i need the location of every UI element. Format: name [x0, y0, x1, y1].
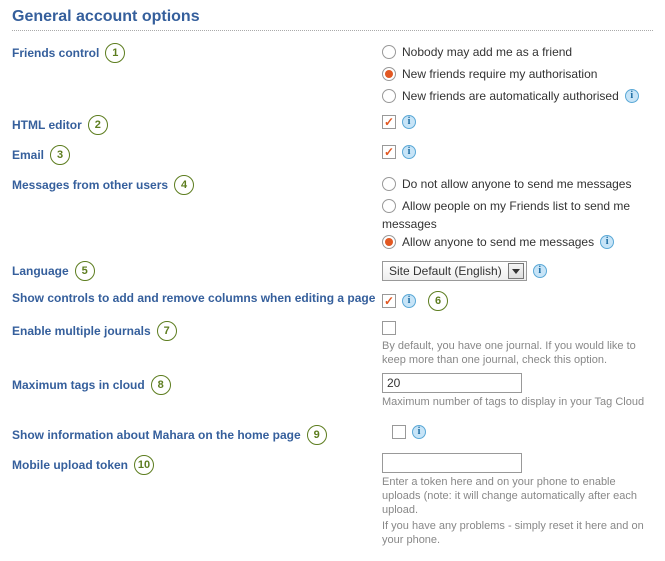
info-icon[interactable]: [402, 294, 416, 308]
chevron-down-icon: [508, 263, 524, 279]
friends-opt3-radio[interactable]: [382, 89, 396, 103]
html-editor-checkbox[interactable]: [382, 115, 396, 129]
max-tags-input[interactable]: [382, 373, 522, 393]
friends-opt1-radio[interactable]: [382, 45, 396, 59]
annotation-badge-10: 10: [134, 455, 154, 475]
annotation-badge-5: 5: [75, 261, 95, 281]
multi-journals-label: Enable multiple journals: [12, 324, 151, 338]
mobile-token-input[interactable]: [382, 453, 522, 473]
annotation-badge-9: 9: [307, 425, 327, 445]
email-label: Email: [12, 148, 44, 162]
friends-opt1-text: Nobody may add me as a friend: [402, 43, 572, 61]
messages-opt3-text: Allow anyone to send me messages: [402, 233, 594, 251]
friends-control-label: Friends control: [12, 46, 99, 60]
info-icon[interactable]: [402, 145, 416, 159]
info-icon[interactable]: [600, 235, 614, 249]
language-select-value: Site Default (English): [389, 262, 502, 280]
messages-opt1-radio[interactable]: [382, 177, 396, 191]
max-tags-label: Maximum tags in cloud: [12, 378, 145, 392]
info-icon[interactable]: [412, 425, 426, 439]
annotation-badge-1: 1: [105, 43, 125, 63]
language-label: Language: [12, 264, 69, 278]
info-icon[interactable]: [533, 264, 547, 278]
multi-journals-checkbox[interactable]: [382, 321, 396, 335]
annotation-badge-3: 3: [50, 145, 70, 165]
max-tags-help: Maximum number of tags to display in you…: [382, 395, 653, 409]
messages-opt2-radio[interactable]: [382, 199, 396, 213]
info-icon[interactable]: [402, 115, 416, 129]
language-select[interactable]: Site Default (English): [382, 261, 527, 281]
friends-opt2-text: New friends require my authorisation: [402, 65, 597, 83]
show-info-checkbox[interactable]: [392, 425, 406, 439]
mobile-token-help2: If you have any problems - simply reset …: [382, 519, 653, 547]
messages-opt3-radio[interactable]: [382, 235, 396, 249]
html-editor-label: HTML editor: [12, 118, 82, 132]
messages-opt2b-text: messages: [382, 217, 653, 231]
messages-label: Messages from other users: [12, 178, 168, 192]
show-info-label: Show information about Mahara on the hom…: [12, 428, 301, 442]
mobile-token-label: Mobile upload token: [12, 458, 128, 472]
email-checkbox[interactable]: [382, 145, 396, 159]
show-controls-label: Show controls to add and remove columns …: [12, 291, 375, 305]
annotation-badge-2: 2: [88, 115, 108, 135]
annotation-badge-4: 4: [174, 175, 194, 195]
friends-opt3-text: New friends are automatically authorised: [402, 87, 619, 105]
annotation-badge-6: 6: [428, 291, 448, 311]
messages-opt2a-text: Allow people on my Friends list to send …: [402, 197, 630, 215]
section-title: General account options: [12, 8, 653, 31]
info-icon[interactable]: [625, 89, 639, 103]
annotation-badge-7: 7: [157, 321, 177, 341]
multi-journals-help: By default, you have one journal. If you…: [382, 339, 653, 367]
messages-opt1-text: Do not allow anyone to send me messages: [402, 175, 631, 193]
show-controls-checkbox[interactable]: [382, 294, 396, 308]
annotation-badge-8: 8: [151, 375, 171, 395]
friends-opt2-radio[interactable]: [382, 67, 396, 81]
